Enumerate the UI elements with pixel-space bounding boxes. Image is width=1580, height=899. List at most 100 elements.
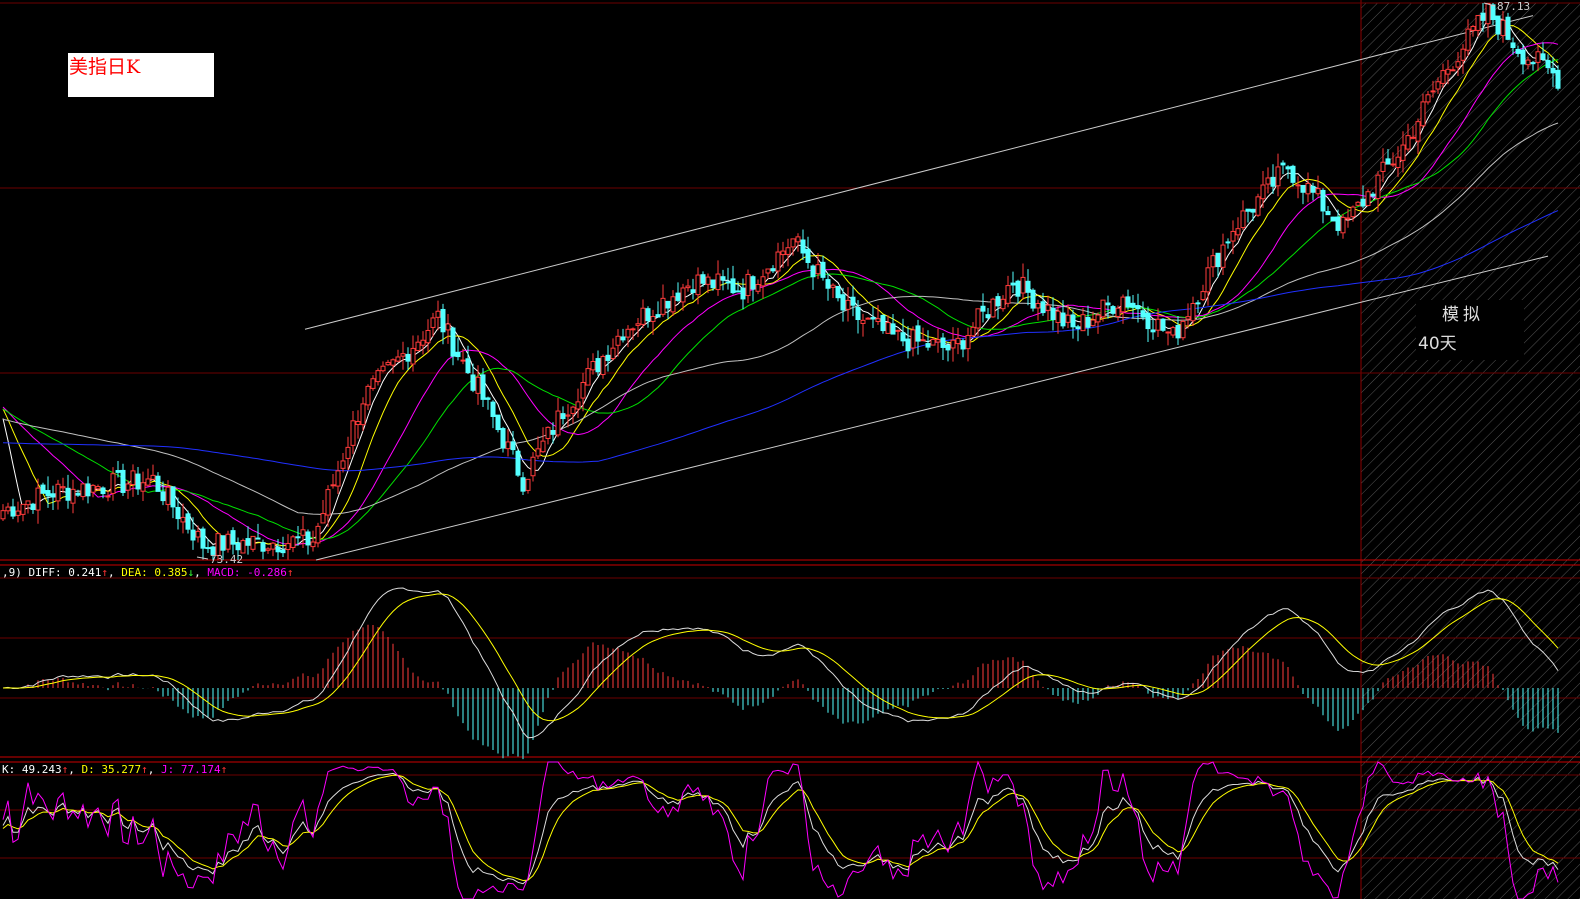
candle-down — [725, 281, 731, 284]
candle-up — [150, 474, 156, 480]
candle-up — [70, 488, 76, 504]
candle-up — [955, 337, 961, 345]
candle-up — [650, 316, 656, 322]
candle-down — [175, 506, 181, 520]
candle-up — [535, 448, 541, 457]
candle-up — [860, 319, 866, 324]
candle-up — [1205, 267, 1211, 293]
candle-up — [760, 276, 766, 287]
candle-up — [575, 401, 581, 410]
candle-up — [555, 410, 561, 436]
candle-up — [1430, 90, 1436, 93]
candle-up — [270, 542, 276, 550]
candle-up — [705, 276, 711, 285]
ma20-line — [2, 42, 1559, 546]
candle-down — [665, 300, 671, 309]
candle-up — [1185, 316, 1191, 320]
candle-down — [120, 469, 126, 493]
low-marker: 73.42 — [210, 553, 243, 566]
candle-up — [445, 323, 451, 331]
candle-down — [800, 239, 806, 254]
candle-down — [280, 549, 286, 554]
candle-up — [695, 274, 701, 296]
candle-down — [985, 314, 991, 319]
candle-down — [230, 530, 236, 545]
candle-up — [345, 446, 351, 459]
candle-down — [500, 428, 506, 449]
dea-line — [2, 593, 1559, 722]
candle-up — [1200, 291, 1206, 301]
candle-down — [1515, 48, 1521, 54]
candle-up — [180, 516, 186, 523]
candle-up — [285, 543, 291, 551]
candle-up — [635, 323, 641, 326]
candle-down — [235, 542, 241, 551]
candle-down — [880, 314, 886, 332]
candle-up — [970, 326, 976, 337]
candle-down — [40, 484, 46, 494]
candle-up — [975, 308, 981, 329]
candle-up — [1035, 303, 1041, 309]
candle-down — [1050, 307, 1056, 320]
candle-up — [1095, 314, 1101, 323]
candle-down — [740, 287, 746, 300]
kdj-legend: K: 49.243↑, D: 35.277↑, J: 77.174↑ — [2, 763, 228, 776]
candle-up — [1440, 70, 1446, 84]
candle-up — [1390, 163, 1396, 166]
candle-up — [525, 478, 531, 491]
candle-up — [1425, 94, 1431, 103]
candle-down — [1505, 16, 1511, 40]
candle-up — [1365, 191, 1371, 206]
macd-legend: ,9) DIFF: 0.241↑, DEA: 0.385↓, MACD: -0.… — [2, 566, 294, 579]
candle-down — [1495, 15, 1501, 35]
candle-up — [225, 533, 231, 550]
candle-down — [700, 274, 706, 284]
candle-up — [195, 530, 201, 538]
candle-down — [905, 338, 911, 352]
candle-up — [910, 329, 916, 349]
candle-up — [1005, 285, 1011, 304]
candle-up — [1400, 144, 1406, 161]
ma30-line — [2, 59, 1559, 540]
candle-up — [400, 353, 406, 357]
candle-down — [675, 292, 681, 301]
candle-up — [430, 317, 436, 328]
candle-down — [1195, 302, 1201, 305]
candle-up — [610, 347, 616, 360]
candle-down — [115, 470, 121, 473]
grid — [0, 2, 1580, 859]
candle-down — [730, 278, 736, 294]
candle-up — [1380, 161, 1386, 172]
candle-up — [380, 365, 386, 372]
candle-up — [615, 335, 621, 346]
candle-up — [1450, 69, 1456, 72]
candle-up — [1235, 228, 1241, 236]
candle-down — [1135, 305, 1141, 310]
candle-up — [360, 403, 366, 426]
candle-up — [460, 359, 466, 362]
candle-up — [1155, 318, 1161, 331]
candle-up — [600, 355, 606, 376]
candle-down — [1140, 310, 1146, 318]
candle-down — [620, 336, 626, 341]
candle-down — [305, 531, 311, 546]
candle-down — [1300, 184, 1306, 193]
candle-down — [170, 486, 176, 508]
simulation-line2: 40天 — [1418, 334, 1457, 354]
candle-down — [1010, 282, 1016, 286]
d-value: D: 35.277 — [81, 763, 142, 776]
candle-up — [420, 339, 426, 346]
d-line — [2, 774, 1559, 882]
candle-down — [720, 276, 726, 281]
candle-down — [750, 276, 756, 290]
candle-down — [160, 491, 166, 502]
candle-up — [375, 370, 381, 383]
candle-down — [485, 397, 491, 400]
simulation-label: 模拟 40天 — [1416, 300, 1524, 360]
k-value: K: 49.243 — [2, 763, 62, 776]
candle-down — [1330, 216, 1336, 222]
candle-up — [1435, 81, 1441, 90]
candle-up — [410, 347, 416, 365]
candle-down — [915, 325, 921, 342]
candle-up — [475, 376, 481, 394]
